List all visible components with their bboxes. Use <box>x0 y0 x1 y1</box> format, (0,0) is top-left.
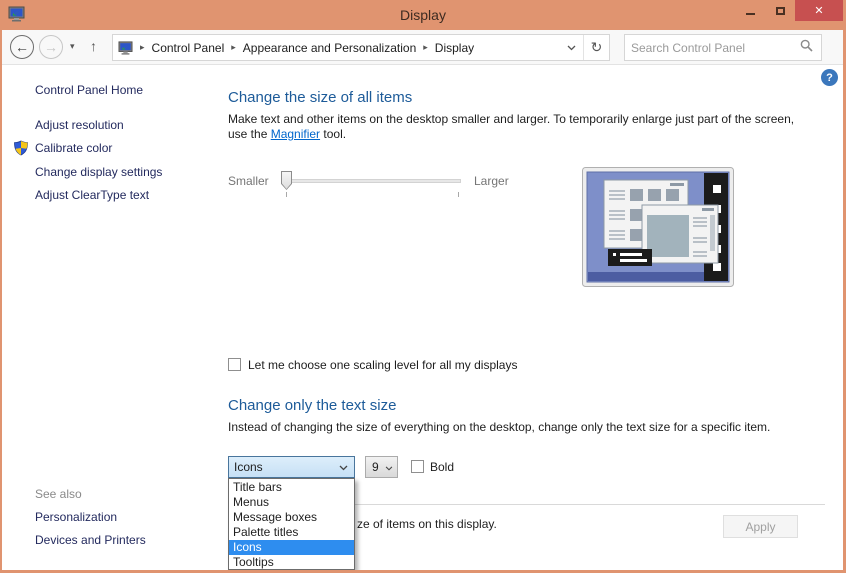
dropdown-option-icons[interactable]: Icons <box>229 540 354 555</box>
up-button[interactable]: ↑ <box>90 38 97 54</box>
apply-button[interactable]: Apply <box>723 515 798 538</box>
close-icon: ✕ <box>814 4 823 17</box>
size-description-line1: Make text and other items on the desktop… <box>228 112 794 127</box>
sidebar-item-adjust-resolution[interactable]: Adjust resolution <box>35 118 124 132</box>
size-select-combobox[interactable]: 9 <box>365 456 398 478</box>
item-select-value: Icons <box>234 460 263 474</box>
sidebar-item-change-display-settings[interactable]: Change display settings <box>35 165 162 179</box>
breadcrumb-separator-icon: ▸ <box>231 42 236 53</box>
address-bar[interactable]: ▸ Control Panel ▸ Appearance and Persona… <box>112 34 610 61</box>
breadcrumb-display-icon <box>118 41 133 55</box>
refresh-button[interactable]: ↻ <box>583 35 609 60</box>
close-button[interactable]: ✕ <box>795 0 843 21</box>
magnifier-link[interactable]: Magnifier <box>271 127 320 141</box>
dropdown-option-title-bars[interactable]: Title bars <box>229 480 354 495</box>
slider-smaller-label: Smaller <box>228 174 269 188</box>
dropdown-option-menus[interactable]: Menus <box>229 495 354 510</box>
breadcrumb-display[interactable]: Display <box>435 41 474 55</box>
size-slider-track[interactable] <box>281 179 461 183</box>
chevron-down-icon <box>567 45 576 51</box>
chevron-down-icon <box>339 460 348 474</box>
back-icon: ← <box>15 39 29 55</box>
search-icon[interactable] <box>800 39 813 57</box>
back-button[interactable]: ← <box>10 35 34 59</box>
help-icon: ? <box>826 72 833 84</box>
slider-tick <box>458 192 459 197</box>
see-also-header: See also <box>35 487 82 501</box>
section-title-size: Change the size of all items <box>228 89 412 106</box>
maximize-button[interactable] <box>765 0 795 21</box>
breadcrumb-separator-icon: ▸ <box>140 42 145 53</box>
minimize-button[interactable] <box>735 0 765 21</box>
item-select-dropdown-list: Title bars Menus Message boxes Palette t… <box>228 478 355 570</box>
display-control-panel-window: Display ✕ ← → ▾ ↑ ▸ Control Pa <box>0 0 846 573</box>
bold-checkbox-label: Bold <box>430 460 454 474</box>
sidebar-item-devices-printers[interactable]: Devices and Printers <box>35 533 146 547</box>
breadcrumb-separator-icon: ▸ <box>423 42 428 53</box>
dropdown-option-tooltips[interactable]: Tooltips <box>229 555 354 570</box>
section-title-text: Change only the text size <box>228 397 396 414</box>
dropdown-option-palette-titles[interactable]: Palette titles <box>229 525 354 540</box>
footer-text: ze of items on this display. <box>357 517 497 531</box>
address-dropdown-button[interactable] <box>559 35 583 60</box>
sidebar-item-personalization[interactable]: Personalization <box>35 510 117 524</box>
titlebar: Display ✕ <box>0 0 846 30</box>
search-input[interactable] <box>625 41 800 55</box>
bold-checkbox[interactable] <box>411 460 424 473</box>
forward-icon: → <box>44 39 58 55</box>
search-box <box>624 34 822 61</box>
breadcrumb-appearance[interactable]: Appearance and Personalization <box>243 41 416 55</box>
refresh-icon: ↻ <box>591 39 603 56</box>
uac-shield-icon <box>13 140 29 161</box>
text-description: Instead of changing the size of everythi… <box>228 420 770 435</box>
item-select-combobox[interactable]: Icons <box>228 456 355 478</box>
sidebar-item-calibrate-color[interactable]: Calibrate color <box>35 141 112 155</box>
up-icon: ↑ <box>90 38 97 54</box>
slider-tick <box>286 192 287 197</box>
scaling-checkbox[interactable] <box>228 358 241 371</box>
help-button[interactable]: ? <box>821 69 838 86</box>
chevron-down-icon: ▾ <box>70 41 75 51</box>
scaling-checkbox-label: Let me choose one scaling level for all … <box>248 358 517 372</box>
size-description-line2: use the Magnifier tool. <box>228 127 346 142</box>
window-border-left <box>0 30 2 573</box>
size-select-value: 9 <box>372 460 379 474</box>
navigation-bar: ← → ▾ ↑ ▸ Control Panel ▸ Appearance and… <box>2 30 843 65</box>
forward-button[interactable]: → <box>39 35 63 59</box>
window-title: Display <box>0 0 846 30</box>
dropdown-option-message-boxes[interactable]: Message boxes <box>229 510 354 525</box>
maximize-icon <box>776 7 785 15</box>
display-preview-image <box>582 167 734 292</box>
sidebar-item-adjust-cleartype[interactable]: Adjust ClearType text <box>35 188 149 202</box>
sidebar-item-control-panel-home[interactable]: Control Panel Home <box>35 83 143 97</box>
recent-pages-dropdown[interactable]: ▾ <box>70 41 75 52</box>
slider-larger-label: Larger <box>474 174 509 188</box>
size-slider-handle[interactable] <box>281 171 292 190</box>
chevron-down-icon <box>385 460 393 474</box>
breadcrumb-control-panel[interactable]: Control Panel <box>152 41 225 55</box>
minimize-icon <box>746 13 755 15</box>
